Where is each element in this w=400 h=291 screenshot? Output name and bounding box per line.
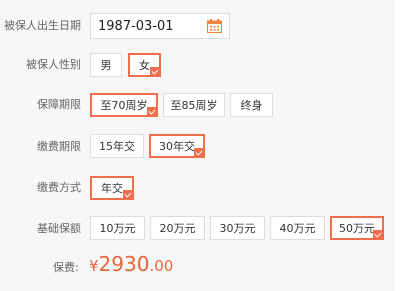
base-amount-option-30[interactable]: 30万元 <box>210 216 265 240</box>
payment-period-option-label: 15年交 <box>99 139 135 153</box>
payment-method-option-annual[interactable]: 年交 <box>90 176 134 200</box>
coverage-option-label: 终身 <box>240 98 263 112</box>
base-amount-option-label: 40万元 <box>279 221 316 235</box>
base-amount-label: 基础保额 <box>37 222 81 235</box>
insurance-quote-form: 被保人出生日期 1987-03-01 被保人性别 男 女 保障期限 至70周岁 … <box>0 0 395 291</box>
birth-date-label: 被保人出生日期 <box>4 19 81 32</box>
base-amount-option-label: 20万元 <box>159 221 196 235</box>
selected-check-icon <box>123 190 134 200</box>
premium-decimal: .00 <box>149 257 174 275</box>
base-amount-option-label: 30万元 <box>219 221 256 235</box>
premium-label: 保费: <box>53 261 79 274</box>
base-amount-option-label: 50万元 <box>339 221 375 235</box>
base-amount-option-40[interactable]: 40万元 <box>270 216 325 240</box>
gender-option-label: 女 <box>139 58 150 72</box>
selected-check-icon <box>150 67 161 77</box>
payment-method-label: 缴费方式 <box>37 181 81 194</box>
payment-period-label: 缴费期限 <box>37 140 81 153</box>
calendar-icon[interactable] <box>207 19 222 33</box>
premium-amount: ¥2930.00 <box>89 252 173 276</box>
payment-period-option-30[interactable]: 30年交 <box>149 134 205 158</box>
birth-date-value: 1987-03-01 <box>98 19 174 34</box>
selected-check-icon <box>194 148 205 158</box>
base-amount-option-50[interactable]: 50万元 <box>330 216 384 240</box>
selected-check-icon <box>373 230 384 240</box>
payment-period-option-15[interactable]: 15年交 <box>90 134 144 158</box>
birth-date-field[interactable]: 1987-03-01 <box>90 13 230 39</box>
payment-method-option-label: 年交 <box>101 181 123 195</box>
gender-option-female[interactable]: 女 <box>128 53 161 77</box>
base-amount-option-10[interactable]: 10万元 <box>90 216 145 240</box>
base-amount-option-20[interactable]: 20万元 <box>150 216 205 240</box>
gender-option-label: 男 <box>100 58 112 72</box>
coverage-option-lifetime[interactable]: 终身 <box>230 93 273 117</box>
base-amount-option-label: 10万元 <box>99 221 136 235</box>
gender-option-male[interactable]: 男 <box>90 53 122 77</box>
coverage-option-85[interactable]: 至85周岁 <box>163 93 225 117</box>
selected-check-icon <box>147 107 158 117</box>
payment-period-option-label: 30年交 <box>159 139 195 153</box>
coverage-option-70[interactable]: 至70周岁 <box>90 93 158 117</box>
gender-label: 被保人性别 <box>26 58 81 71</box>
coverage-option-label: 至70周岁 <box>100 98 148 112</box>
coverage-option-label: 至85周岁 <box>170 98 218 112</box>
premium-currency: ¥ <box>89 257 99 275</box>
premium-integer: 2930 <box>98 252 150 276</box>
coverage-period-label: 保障期限 <box>37 98 81 111</box>
